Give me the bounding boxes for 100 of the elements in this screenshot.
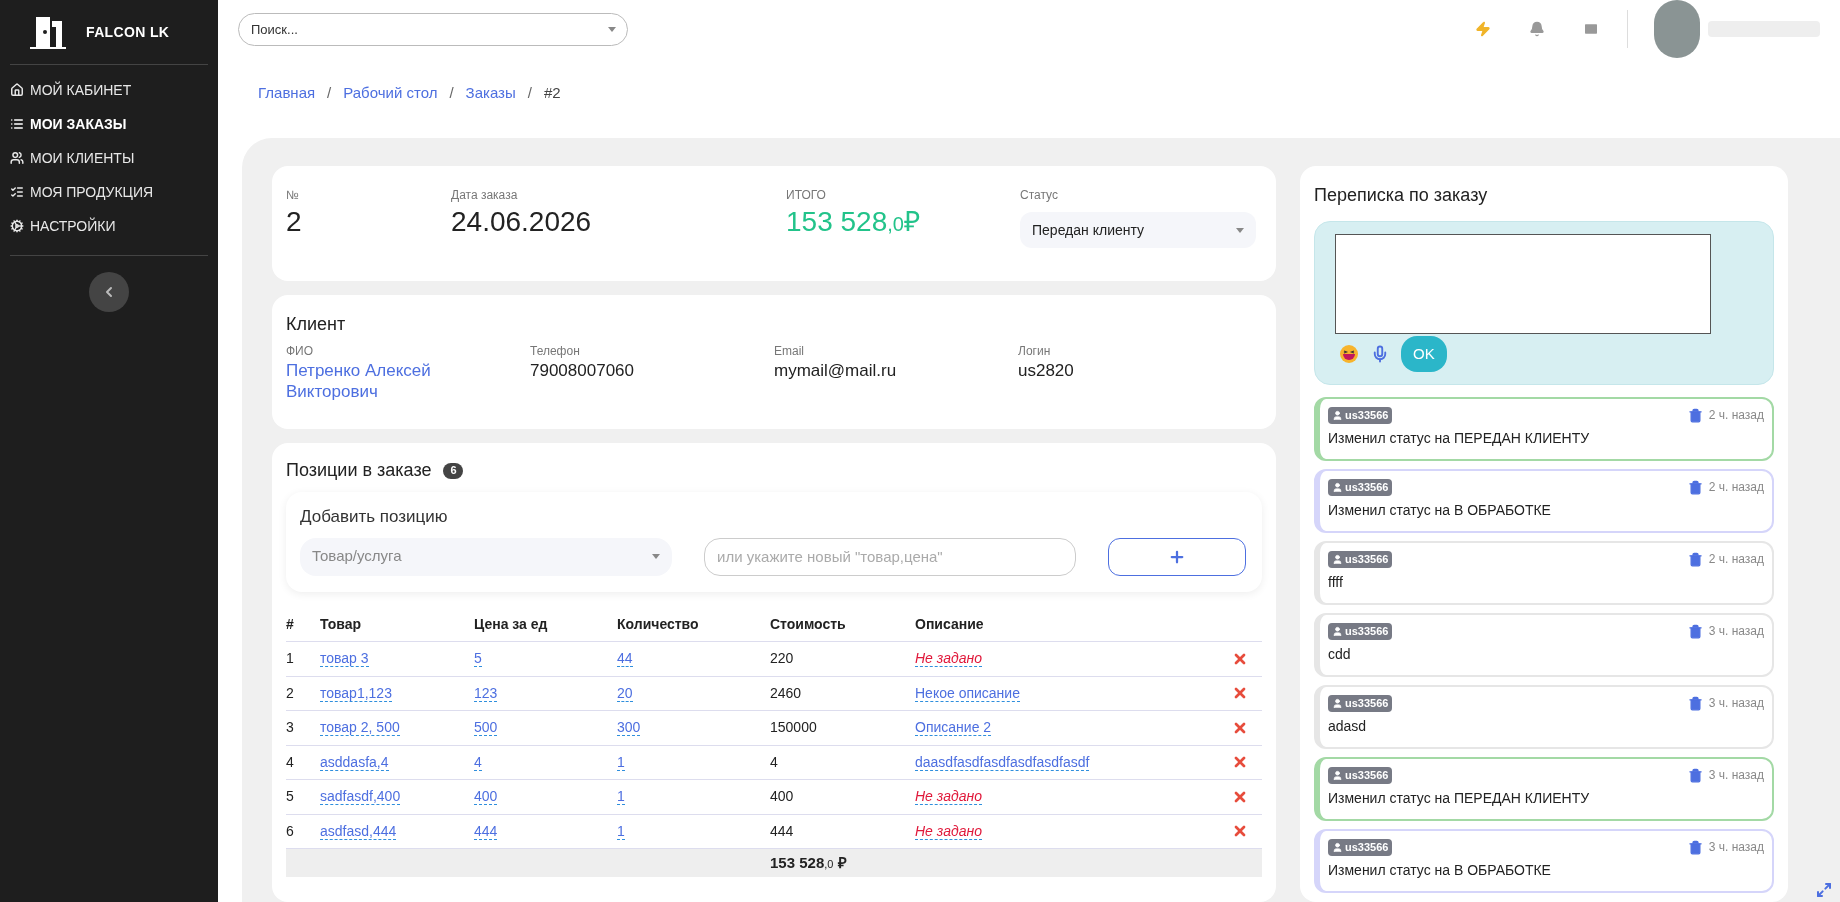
table-total: 153 528,0 ₽ <box>770 852 847 873</box>
user-badge: us33566 <box>1328 550 1393 568</box>
emoji-icon[interactable] <box>1339 344 1359 364</box>
nav-item[interactable]: МОИ КЛИЕНТЫ <box>0 141 218 175</box>
editable-link[interactable]: Описание 2 <box>915 719 992 737</box>
field-label: Email <box>774 343 805 360</box>
field-label: № <box>286 187 300 204</box>
editable-link[interactable]: 5 <box>474 650 482 668</box>
caret-icon <box>608 26 616 32</box>
trash-icon[interactable] <box>1687 407 1703 423</box>
positions-title: Позиции в заказе <box>286 459 432 482</box>
new-product-input[interactable]: или укажите новый "товар,цена" <box>704 537 1076 576</box>
client-field-value: 79008007060 <box>530 360 635 382</box>
message-text: Изменил статус на В ОБРАБОТКЕ <box>1328 861 1552 880</box>
breadcrumb-link[interactable]: Главная <box>258 81 316 105</box>
trash-icon[interactable] <box>1687 623 1703 639</box>
nav-item[interactable]: МОЯ ПРОДУКЦИЯ <box>0 175 218 209</box>
message-input[interactable] <box>1335 234 1711 334</box>
editable-link[interactable]: товар 2, 500 <box>320 719 400 737</box>
trash-icon[interactable] <box>1687 839 1703 855</box>
add-button[interactable] <box>1108 537 1246 576</box>
nav-item[interactable]: МОИ ЗАКАЗЫ <box>0 107 218 141</box>
message-text: Изменил статус на ПЕРЕДАН КЛИЕНТУ <box>1328 789 1591 808</box>
message-text: cdd <box>1328 645 1352 664</box>
table-cell: 5 <box>286 779 320 814</box>
message-time: 2 ч. назад <box>1708 407 1764 424</box>
nav-item[interactable]: НАСТРОЙКИ <box>0 209 218 243</box>
column-header: Количество <box>617 607 770 642</box>
collapse-sidebar-button[interactable] <box>89 272 129 312</box>
table-cell: 2 <box>286 676 320 711</box>
message-text: Изменил статус на В ОБРАБОТКЕ <box>1328 501 1552 520</box>
editable-link[interactable]: товар1,123 <box>320 684 392 702</box>
editable-link[interactable]: 20 <box>617 684 633 702</box>
door-logo-icon <box>28 15 68 49</box>
message-time: 2 ч. назад <box>1708 551 1764 568</box>
table-cell: 400 <box>770 779 915 814</box>
editable-link[interactable]: asddasfa,4 <box>320 753 389 771</box>
user-icon <box>1332 697 1343 709</box>
chat-title: Переписка по заказу <box>1314 184 1489 207</box>
editable-link[interactable]: 1 <box>617 788 625 806</box>
trash-icon[interactable] <box>1687 479 1703 495</box>
message-time: 3 ч. назад <box>1708 695 1764 712</box>
product-select[interactable]: Товар/услуга <box>300 537 672 576</box>
breadcrumb-separator: / <box>448 82 455 103</box>
nav-icon <box>10 83 24 97</box>
nav-item[interactable]: МОЙ КАБИНЕТ <box>0 73 218 107</box>
avatar-photo-placeholder[interactable] <box>1654 0 1700 58</box>
client-field-value: us2820 <box>1018 360 1075 382</box>
table-cell: 220 <box>770 641 915 676</box>
editable-link[interactable]: 400 <box>474 788 498 806</box>
editable-link[interactable]: Не задано <box>915 650 982 668</box>
column-header: Стоимость <box>770 607 915 642</box>
editable-link[interactable]: 1 <box>617 753 625 771</box>
editable-link[interactable]: Некое описание <box>915 684 1020 702</box>
editable-link[interactable]: 1 <box>617 822 625 840</box>
message-text: Изменил статус на ПЕРЕДАН КЛИЕНТУ <box>1328 429 1591 448</box>
nav-icon <box>10 219 24 233</box>
editable-link[interactable]: Не задано <box>915 788 982 806</box>
nav-icon <box>10 117 24 131</box>
editable-link[interactable]: товар 3 <box>320 650 369 668</box>
column-header: Цена за ед <box>474 607 617 642</box>
editable-link[interactable]: sadfasdf,400 <box>320 788 401 806</box>
breadcrumb-link[interactable]: Рабочий стол <box>343 81 438 105</box>
add-position-title: Добавить позицию <box>300 506 449 528</box>
nav-icon <box>10 151 24 165</box>
editable-link[interactable]: 123 <box>474 684 498 702</box>
client-title: Клиент <box>286 313 347 336</box>
trash-icon[interactable] <box>1687 767 1703 783</box>
message-time: 3 ч. назад <box>1708 623 1764 640</box>
expand-icon[interactable] <box>1816 882 1832 898</box>
user-badge: us33566 <box>1328 838 1393 856</box>
order-total: 153 528,0₽ <box>786 205 921 239</box>
trash-icon[interactable] <box>1687 695 1703 711</box>
caret-icon <box>1236 227 1244 233</box>
search-field[interactable]: Поиск... <box>238 12 628 46</box>
editable-link[interactable]: Не задано <box>915 822 982 840</box>
editable-link[interactable]: 300 <box>617 719 641 737</box>
order-date: 24.06.2026 <box>451 205 593 239</box>
editable-link[interactable]: asdfasd,444 <box>320 822 397 840</box>
message-time: 3 ч. назад <box>1708 767 1764 784</box>
count-badge: 6 <box>443 462 464 479</box>
user-badge: us33566 <box>1328 694 1393 712</box>
editable-link[interactable]: daasdfasdfasdfasdfasdfasdf <box>915 753 1090 771</box>
client-name-link[interactable]: Петренко Алексей Викторович <box>286 360 446 403</box>
bell-icon[interactable] <box>1529 21 1545 37</box>
trash-icon[interactable] <box>1687 551 1703 567</box>
microphone-icon[interactable] <box>1371 345 1389 363</box>
user-badge: us33566 <box>1328 766 1393 784</box>
editable-link[interactable]: 44 <box>617 650 633 668</box>
user-badge: us33566 <box>1328 406 1393 424</box>
status-dropdown[interactable]: Передан клиенту <box>1020 212 1256 248</box>
nav-icon <box>10 185 24 199</box>
editable-link[interactable]: 4 <box>474 753 482 771</box>
field-label: Логин <box>1018 343 1052 360</box>
send-button[interactable]: OK <box>1401 336 1447 372</box>
table-cell: 444 <box>770 814 915 849</box>
caret-icon <box>652 554 660 559</box>
editable-link[interactable]: 500 <box>474 719 498 737</box>
editable-link[interactable]: 444 <box>474 822 498 840</box>
breadcrumb-link[interactable]: Заказы <box>465 81 516 105</box>
